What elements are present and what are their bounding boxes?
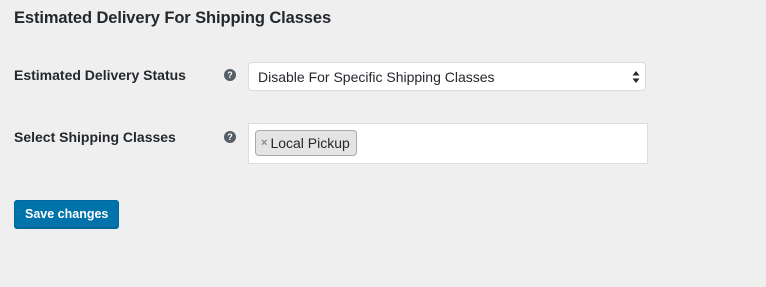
shipping-classes-multiselect[interactable]: × Local Pickup <box>248 123 648 164</box>
help-icon[interactable]: ? <box>224 131 236 143</box>
select-arrows-icon <box>632 71 640 83</box>
estimated-delivery-status-value: Disable For Specific Shipping Classes <box>258 69 495 85</box>
section-title: Estimated Delivery For Shipping Classes <box>14 9 332 27</box>
save-changes-button[interactable]: Save changes <box>14 200 120 228</box>
estimated-delivery-status-select[interactable]: Disable For Specific Shipping Classes <box>248 62 646 91</box>
select-shipping-classes-label: Select Shipping Classes <box>14 129 176 145</box>
remove-tag-icon[interactable]: × <box>261 131 267 155</box>
settings-page: Estimated Delivery For Shipping Classes … <box>0 0 766 287</box>
tag-label: Local Pickup <box>270 135 350 151</box>
selected-tag-local-pickup: × Local Pickup <box>255 130 357 156</box>
help-icon[interactable]: ? <box>224 69 236 81</box>
estimated-delivery-status-label: Estimated Delivery Status <box>14 67 186 83</box>
